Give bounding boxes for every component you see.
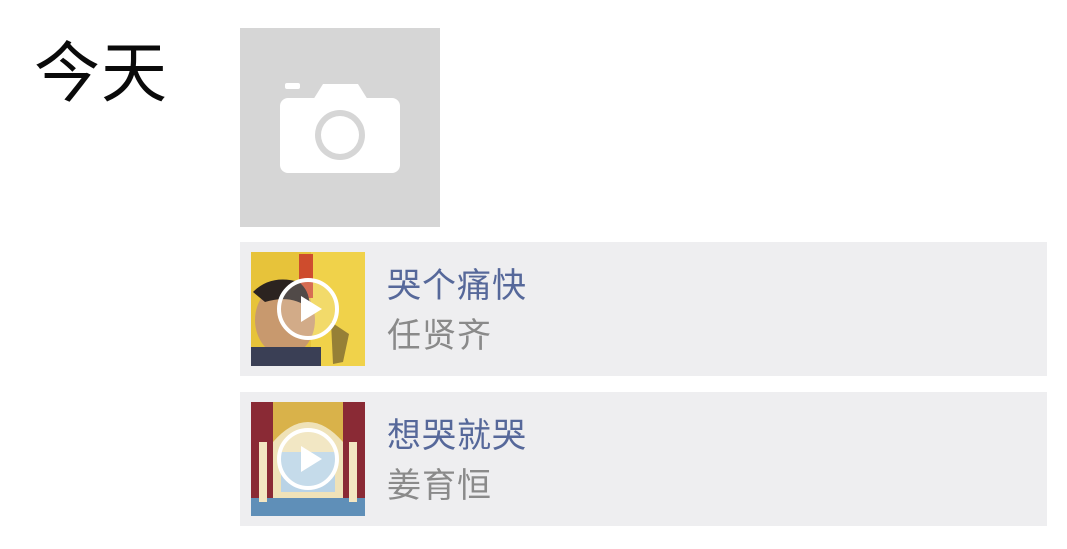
album-cover	[251, 252, 365, 366]
album-cover	[251, 402, 365, 516]
song-title: 想哭就哭	[387, 416, 527, 456]
play-icon[interactable]	[276, 277, 340, 341]
play-icon[interactable]	[276, 427, 340, 491]
moments-post: 今天 哭个痛快 任贤齐 想哭就哭 姜育恒	[0, 0, 1067, 549]
music-card[interactable]: 哭个痛快 任贤齐	[240, 242, 1047, 376]
date-label: 今天	[34, 35, 168, 112]
music-card[interactable]: 想哭就哭 姜育恒	[240, 392, 1047, 526]
song-artist: 姜育恒	[387, 466, 492, 506]
camera-icon	[280, 83, 400, 173]
song-title: 哭个痛快	[387, 266, 527, 306]
photo-placeholder[interactable]	[240, 28, 440, 227]
song-artist: 任贤齐	[387, 316, 492, 356]
